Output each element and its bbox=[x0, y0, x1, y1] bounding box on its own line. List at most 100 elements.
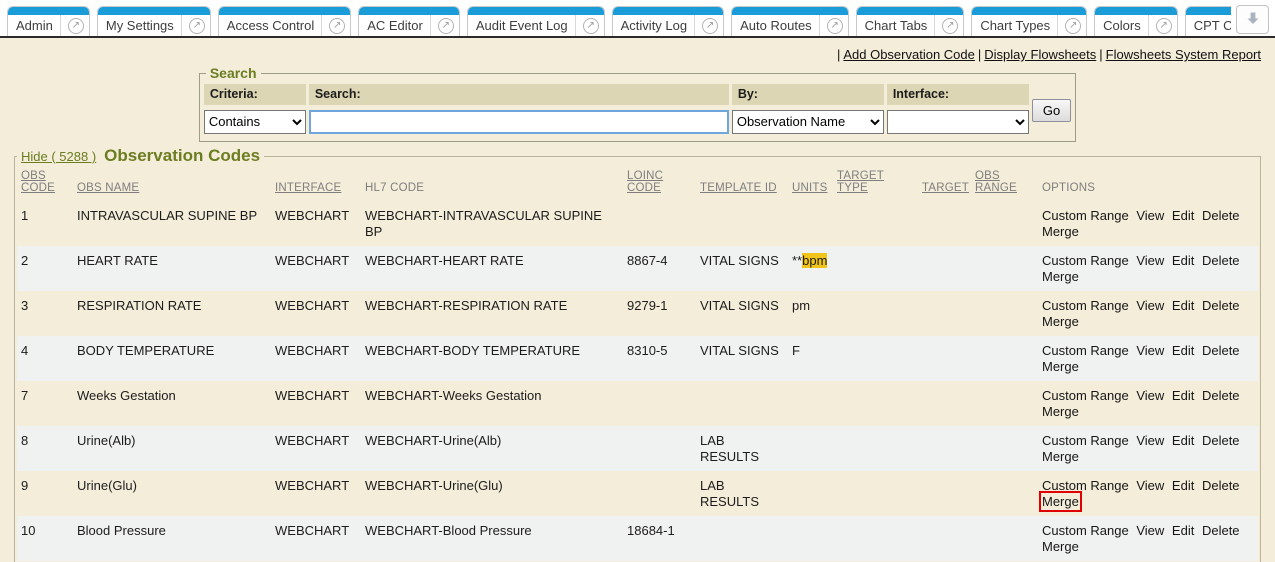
custom-range-link[interactable]: Custom Range bbox=[1042, 208, 1129, 223]
sort-link[interactable]: LOINC CODE bbox=[627, 170, 663, 194]
view-link[interactable]: View bbox=[1136, 478, 1164, 493]
hl7-code-cell: WEBCHART-HEART RATE bbox=[361, 246, 623, 291]
open-new-window-icon[interactable]: ↗ bbox=[329, 18, 345, 34]
edit-link[interactable]: Edit bbox=[1172, 208, 1194, 223]
custom-range-link[interactable]: Custom Range bbox=[1042, 478, 1129, 493]
open-new-window-icon[interactable]: ↗ bbox=[68, 18, 84, 34]
merge-link[interactable]: Merge bbox=[1042, 359, 1079, 374]
flowsheets-system-report-link[interactable]: Flowsheets System Report bbox=[1106, 47, 1261, 62]
merge-link[interactable]: Merge bbox=[1042, 269, 1079, 284]
merge-link[interactable]: Merge bbox=[1042, 494, 1079, 509]
open-new-window-icon[interactable]: ↗ bbox=[1065, 18, 1081, 34]
tab-access-control[interactable]: Access Control↗ bbox=[218, 6, 351, 36]
delete-link[interactable]: Delete bbox=[1202, 343, 1240, 358]
hl7-code-cell: WEBCHART-RESPIRATION RATE bbox=[361, 291, 623, 336]
search-input[interactable] bbox=[309, 110, 729, 134]
sort-link[interactable]: OBS CODE bbox=[21, 170, 55, 194]
view-link[interactable]: View bbox=[1136, 208, 1164, 223]
view-link[interactable]: View bbox=[1136, 298, 1164, 313]
view-link[interactable]: View bbox=[1136, 343, 1164, 358]
view-link[interactable]: View bbox=[1136, 253, 1164, 268]
criteria-select[interactable]: Contains bbox=[204, 110, 306, 134]
open-new-window-icon[interactable]: ↗ bbox=[827, 18, 843, 34]
merge-link[interactable]: Merge bbox=[1042, 314, 1079, 329]
delete-link[interactable]: Delete bbox=[1202, 208, 1240, 223]
sort-link[interactable]: TARGET bbox=[922, 182, 969, 194]
hide-count-link[interactable]: Hide ( 5288 ) bbox=[21, 149, 96, 164]
open-new-window-icon[interactable]: ↗ bbox=[189, 18, 205, 34]
custom-range-link[interactable]: Custom Range bbox=[1042, 298, 1129, 313]
open-new-window-icon[interactable]: ↗ bbox=[583, 18, 599, 34]
edit-link[interactable]: Edit bbox=[1172, 298, 1194, 313]
page-action-links: |Add Observation Code|Display Flowsheets… bbox=[0, 38, 1275, 65]
tab-accent-bar bbox=[732, 7, 848, 15]
by-select[interactable]: Observation Name bbox=[732, 110, 884, 134]
by-label: By: bbox=[732, 84, 884, 105]
custom-range-link[interactable]: Custom Range bbox=[1042, 523, 1129, 538]
tab-label: Auto Routes bbox=[740, 18, 812, 33]
custom-range-link[interactable]: Custom Range bbox=[1042, 388, 1129, 403]
open-new-window-icon[interactable]: ↗ bbox=[702, 18, 718, 34]
delete-link[interactable]: Delete bbox=[1202, 253, 1240, 268]
custom-range-link[interactable]: Custom Range bbox=[1042, 253, 1129, 268]
delete-link[interactable]: Delete bbox=[1202, 478, 1240, 493]
edit-link[interactable]: Edit bbox=[1172, 478, 1194, 493]
merge-link[interactable]: Merge bbox=[1042, 404, 1079, 419]
display-flowsheets-link[interactable]: Display Flowsheets bbox=[984, 47, 1096, 62]
tab-overflow-button[interactable] bbox=[1236, 5, 1269, 34]
add-observation-code-link[interactable]: Add Observation Code bbox=[843, 47, 975, 62]
column-header-obs-code: OBS CODE bbox=[17, 166, 73, 201]
tab-ac-editor[interactable]: AC Editor↗ bbox=[358, 6, 460, 36]
link-separator: | bbox=[975, 47, 984, 62]
tab-chart-types[interactable]: Chart Types↗ bbox=[971, 6, 1087, 36]
tab-admin[interactable]: Admin↗ bbox=[7, 6, 90, 36]
sort-link[interactable]: TEMPLATE ID bbox=[700, 182, 777, 194]
obs-range-cell bbox=[971, 471, 1038, 516]
interface-select[interactable] bbox=[887, 110, 1029, 134]
obs-range-cell bbox=[971, 381, 1038, 426]
tab-chart-tabs[interactable]: Chart Tabs↗ bbox=[856, 6, 965, 36]
sort-link[interactable]: OBS RANGE bbox=[975, 170, 1017, 194]
tab-colors[interactable]: Colors↗ bbox=[1094, 6, 1178, 36]
sort-link[interactable]: UNITS bbox=[792, 182, 828, 194]
tab-activity-log[interactable]: Activity Log↗ bbox=[612, 6, 724, 36]
go-button[interactable]: Go bbox=[1032, 99, 1071, 122]
delete-link[interactable]: Delete bbox=[1202, 523, 1240, 538]
edit-link[interactable]: Edit bbox=[1172, 388, 1194, 403]
edit-link[interactable]: Edit bbox=[1172, 433, 1194, 448]
tab-auto-routes[interactable]: Auto Routes ↗ bbox=[731, 6, 849, 36]
sort-link[interactable]: INTERFACE bbox=[275, 182, 341, 194]
sort-link[interactable]: OBS NAME bbox=[77, 182, 139, 194]
custom-range-link[interactable]: Custom Range bbox=[1042, 433, 1129, 448]
edit-link[interactable]: Edit bbox=[1172, 253, 1194, 268]
open-new-window-icon[interactable]: ↗ bbox=[942, 18, 958, 34]
view-link[interactable]: View bbox=[1136, 388, 1164, 403]
view-link[interactable]: View bbox=[1136, 523, 1164, 538]
target-type-cell bbox=[833, 246, 918, 291]
open-new-window-icon[interactable]: ↗ bbox=[1156, 18, 1172, 34]
delete-link[interactable]: Delete bbox=[1202, 298, 1240, 313]
interface-cell: WEBCHART bbox=[271, 426, 361, 471]
template-id-cell: VITAL SIGNS bbox=[696, 336, 788, 381]
merge-link[interactable]: Merge bbox=[1042, 449, 1079, 464]
loinc-code-cell: 8310-5 bbox=[623, 336, 696, 381]
table-header-row: OBS CODEOBS NAMEINTERFACEHL7 CODELOINC C… bbox=[17, 166, 1258, 201]
custom-range-link[interactable]: Custom Range bbox=[1042, 343, 1129, 358]
tab-my-settings[interactable]: My Settings↗ bbox=[97, 6, 211, 36]
delete-link[interactable]: Delete bbox=[1202, 388, 1240, 403]
delete-link[interactable]: Delete bbox=[1202, 433, 1240, 448]
view-link[interactable]: View bbox=[1136, 433, 1164, 448]
merge-link[interactable]: Merge bbox=[1042, 539, 1079, 554]
tab-cpt-codes[interactable]: CPT Codes↗ bbox=[1185, 6, 1231, 36]
merge-link[interactable]: Merge bbox=[1042, 224, 1079, 239]
interface-label: Interface: bbox=[887, 84, 1029, 105]
table-row: 2HEART RATEWEBCHARTWEBCHART-HEART RATE88… bbox=[17, 246, 1258, 291]
edit-link[interactable]: Edit bbox=[1172, 523, 1194, 538]
edit-link[interactable]: Edit bbox=[1172, 343, 1194, 358]
obs-range-cell bbox=[971, 336, 1038, 381]
open-new-window-icon[interactable]: ↗ bbox=[438, 18, 454, 34]
tab-audit-event-log[interactable]: Audit Event Log↗ bbox=[467, 6, 605, 36]
sort-link[interactable]: TARGET TYPE bbox=[837, 170, 884, 194]
obs-name-cell: BODY TEMPERATURE bbox=[73, 336, 271, 381]
obs-code-cell: 3 bbox=[17, 291, 73, 336]
